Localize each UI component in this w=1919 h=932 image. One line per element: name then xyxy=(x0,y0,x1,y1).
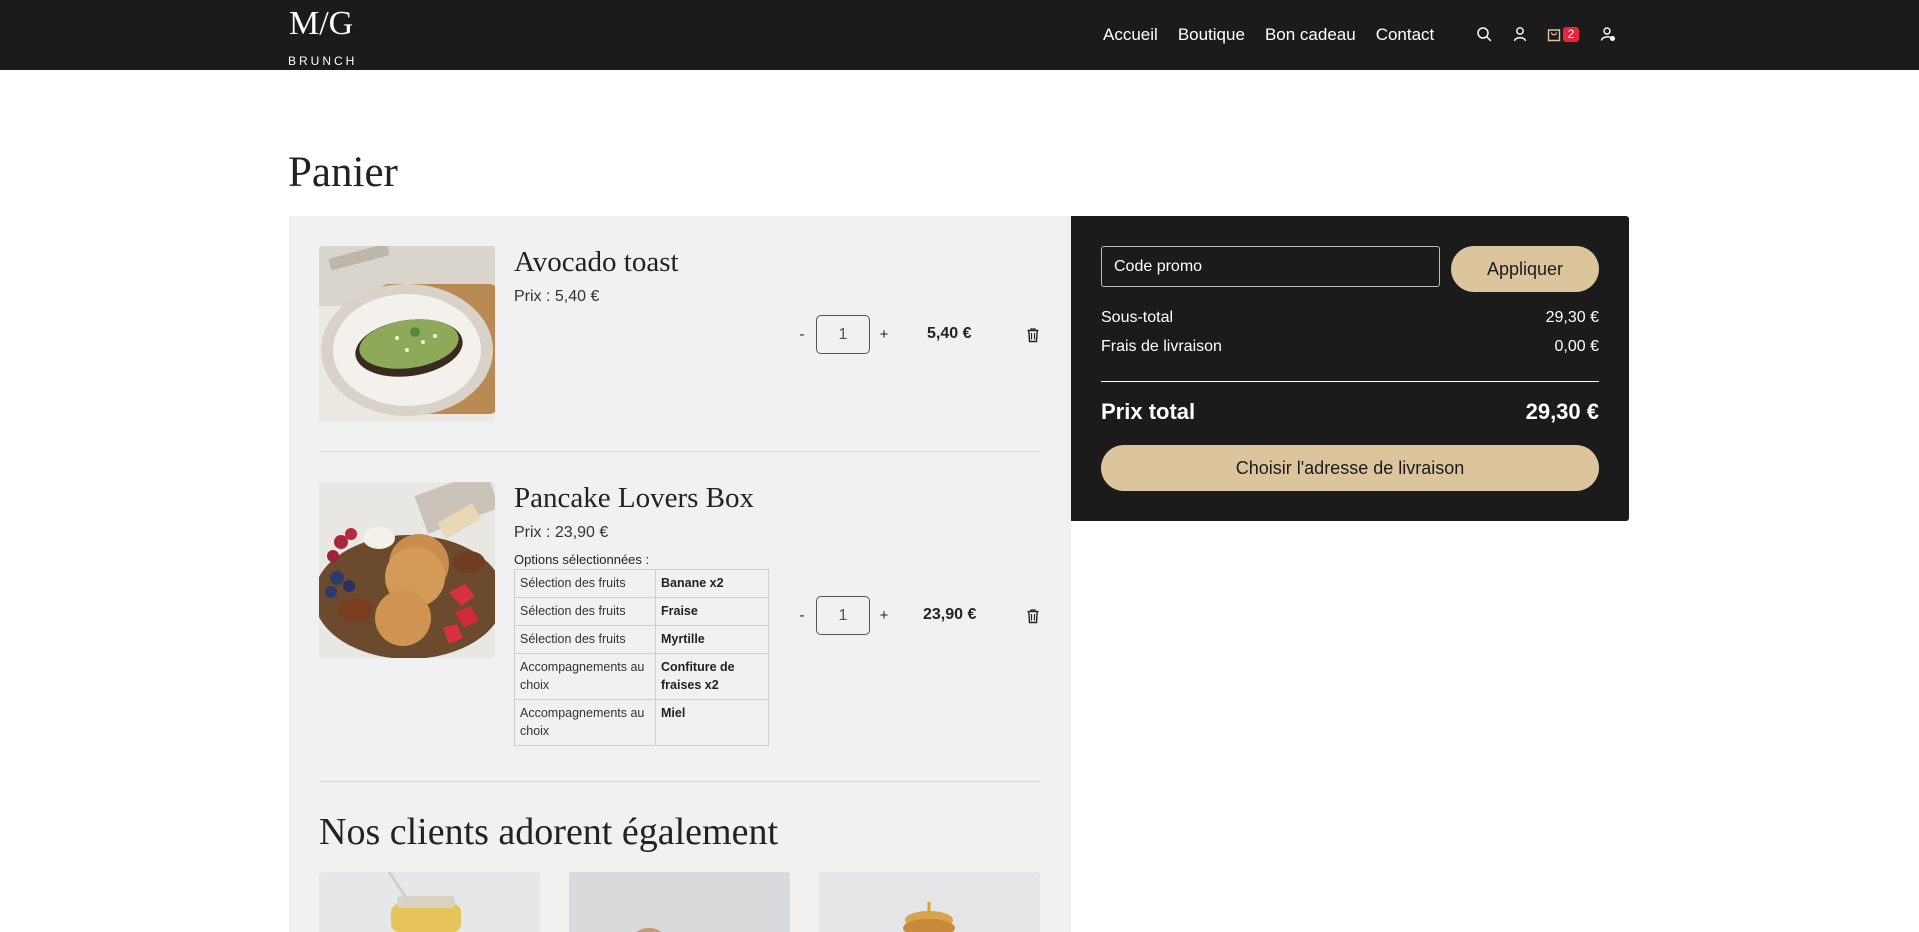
subtotal-row: Sous-total 29,30 € xyxy=(1101,309,1599,327)
option-value: Banane x2 xyxy=(655,569,769,598)
recommendations-title: Nos clients adorent également xyxy=(319,811,779,853)
cart-button[interactable]: 2 xyxy=(1546,24,1582,44)
trash-icon[interactable] xyxy=(1025,327,1041,343)
option-name: Sélection des fruits xyxy=(514,625,656,654)
option-value: Confiture de fraises x2 xyxy=(655,653,769,700)
selected-options-table: Sélection des fruits Banane x2 Sélection… xyxy=(514,569,769,746)
logo-wordmark: BRUNCH xyxy=(288,54,358,68)
cart-items-panel: Avocado toast Prix : 5,40 € - + 5,40 € xyxy=(289,216,1071,932)
page-title: Panier xyxy=(288,149,398,196)
option-value: Miel xyxy=(655,699,769,746)
cart-icon xyxy=(1547,29,1561,42)
nav-link-boutique[interactable]: Boutique xyxy=(1178,25,1245,45)
total-row: Prix total 29,30 € xyxy=(1101,399,1599,425)
nav-link-bon-cadeau[interactable]: Bon cadeau xyxy=(1265,25,1356,45)
option-row: Accompagnements au choix Confiture de fr… xyxy=(514,653,769,700)
option-name: Accompagnements au choix xyxy=(514,699,656,746)
product-name[interactable]: Pancake Lovers Box xyxy=(514,482,754,515)
subtotal-value: 29,30 € xyxy=(1545,309,1599,326)
product-image-avocado-toast[interactable] xyxy=(319,246,495,422)
item-divider xyxy=(319,451,1041,452)
cart-item: Avocado toast Prix : 5,40 € - + 5,40 € xyxy=(319,246,1041,422)
user-icon[interactable] xyxy=(1510,24,1530,44)
cart-item: Pancake Lovers Box Prix : 23,90 € Option… xyxy=(319,482,1041,752)
shipping-value: 0,00 € xyxy=(1554,338,1599,355)
product-image-pancake-lovers-box[interactable] xyxy=(319,482,495,658)
quantity-stepper: - + xyxy=(795,596,891,635)
option-name: Accompagnements au choix xyxy=(514,653,656,700)
shipping-label: Frais de livraison xyxy=(1101,338,1222,355)
increase-quantity-button[interactable]: + xyxy=(877,326,891,343)
quantity-stepper: - + xyxy=(795,315,891,354)
quantity-input[interactable] xyxy=(816,596,870,635)
option-row: Sélection des fruits Fraise xyxy=(514,597,769,626)
summary-divider xyxy=(1101,381,1599,382)
account-icon[interactable] xyxy=(1598,24,1618,44)
product-name[interactable]: Avocado toast xyxy=(514,246,679,279)
brand-logo[interactable]: M/G BRUNCH xyxy=(287,4,359,68)
option-value: Fraise xyxy=(655,597,769,626)
product-unit-price: Prix : 23,90 € xyxy=(514,524,609,541)
nav-icons: 2 xyxy=(1474,24,1634,44)
trash-icon[interactable] xyxy=(1025,608,1041,624)
decrease-quantity-button[interactable]: - xyxy=(795,326,809,343)
option-row: Accompagnements au choix Miel xyxy=(514,699,769,746)
main-menu: Accueil Boutique Bon cadeau Contact xyxy=(1103,0,1454,70)
recommended-product-image[interactable] xyxy=(569,872,790,932)
top-navbar: M/G BRUNCH Accueil Boutique Bon cadeau C… xyxy=(0,0,1919,70)
search-icon[interactable] xyxy=(1474,24,1494,44)
recommended-product-image[interactable] xyxy=(319,872,540,932)
nav-link-contact[interactable]: Contact xyxy=(1376,25,1435,45)
option-value: Myrtille xyxy=(655,625,769,654)
item-divider xyxy=(319,781,1041,782)
increase-quantity-button[interactable]: + xyxy=(877,607,891,624)
option-name: Sélection des fruits xyxy=(514,597,656,626)
nav-link-accueil[interactable]: Accueil xyxy=(1103,25,1158,45)
total-label: Prix total xyxy=(1101,399,1196,424)
order-summary: Appliquer Sous-total 29,30 € Frais de li… xyxy=(1071,216,1629,521)
quantity-input[interactable] xyxy=(816,315,870,354)
choose-delivery-address-button[interactable]: Choisir l'adresse de livraison xyxy=(1101,445,1599,491)
promo-code-input[interactable] xyxy=(1101,246,1440,287)
decrease-quantity-button[interactable]: - xyxy=(795,607,809,624)
option-row: Sélection des fruits Myrtille xyxy=(514,625,769,654)
line-total: 23,90 € xyxy=(923,606,977,623)
options-label: Options sélectionnées : xyxy=(514,552,650,567)
shipping-row: Frais de livraison 0,00 € xyxy=(1101,338,1599,356)
line-total: 5,40 € xyxy=(927,325,972,342)
recommended-product-image[interactable] xyxy=(819,872,1040,932)
product-unit-price: Prix : 5,40 € xyxy=(514,288,600,305)
logo-mark: M/G xyxy=(289,5,354,42)
apply-promo-button[interactable]: Appliquer xyxy=(1451,246,1599,292)
total-value: 29,30 € xyxy=(1525,399,1599,424)
subtotal-label: Sous-total xyxy=(1101,309,1174,326)
option-name: Sélection des fruits xyxy=(514,569,656,598)
cart-count-badge: 2 xyxy=(1563,27,1579,42)
option-row: Sélection des fruits Banane x2 xyxy=(514,569,769,598)
